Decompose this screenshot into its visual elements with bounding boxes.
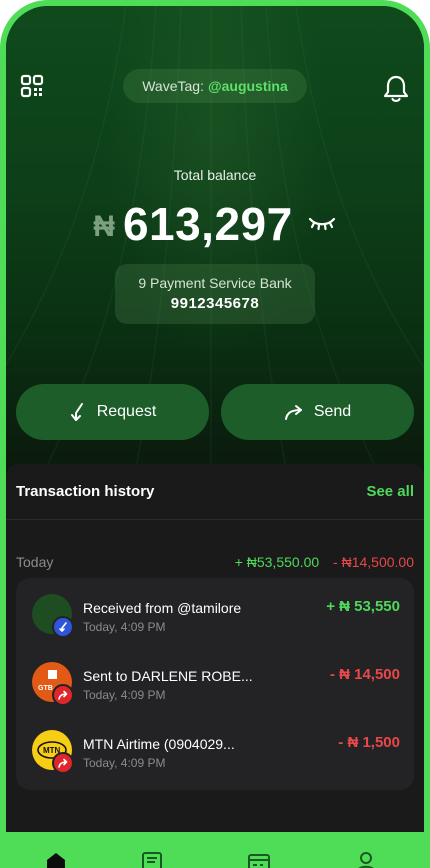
nav-cards[interactable] xyxy=(247,850,271,868)
transaction-list: Received from @tamilore Today, 4:09 PM +… xyxy=(16,578,414,790)
see-all-link[interactable]: See all xyxy=(366,483,414,500)
wavetag-label: WaveTag: xyxy=(142,78,204,94)
gtbank-logo-text: GTB xyxy=(38,685,53,692)
day-expense-total: - ₦14,500.00 xyxy=(333,554,414,570)
nav-transactions[interactable] xyxy=(140,850,164,868)
send-button[interactable]: Send xyxy=(221,384,414,440)
account-number: 9912345678 xyxy=(170,295,260,312)
transaction-time: Today, 4:09 PM xyxy=(83,756,166,770)
profile-icon xyxy=(358,852,374,868)
currency-symbol: ₦ xyxy=(93,210,115,243)
hide-balance-eye-icon[interactable] xyxy=(307,214,337,234)
phone-frame: WaveTag: @augustina Total balance ₦ 613,… xyxy=(0,0,430,868)
bank-account-card[interactable]: 9 Payment Service Bank 9912345678 xyxy=(115,264,315,324)
send-arrow-icon xyxy=(284,405,302,420)
cards-icon xyxy=(248,854,270,868)
notifications-button[interactable] xyxy=(382,74,410,104)
transaction-row[interactable]: GTB Sent to DARLENE ROBE... Today, 4:09 … xyxy=(16,646,414,714)
day-label: Today xyxy=(16,554,54,570)
incoming-arrow-icon xyxy=(52,616,74,638)
day-summary-row: Today + ₦53,550.00 - ₦14,500.00 xyxy=(16,554,414,570)
transaction-time: Today, 4:09 PM xyxy=(83,620,166,634)
nav-profile[interactable] xyxy=(354,850,378,868)
wavetag-handle: @augustina xyxy=(207,78,288,94)
transaction-title: Sent to DARLENE ROBE... xyxy=(83,668,253,684)
request-label: Request xyxy=(96,403,157,420)
nav-home[interactable] xyxy=(44,850,68,868)
transaction-history-sheet: Transaction history See all Today + ₦53,… xyxy=(6,464,424,868)
transaction-amount: + ₦ 53,550 xyxy=(326,598,400,615)
request-button[interactable]: Request xyxy=(16,384,209,440)
balance-hero: WaveTag: @augustina Total balance ₦ 613,… xyxy=(6,6,424,468)
transaction-history-header: Transaction history See all xyxy=(6,464,424,520)
balance-amount: 613,297 xyxy=(122,198,293,250)
home-icon xyxy=(47,853,65,868)
wavetag-pill[interactable]: WaveTag: @augustina xyxy=(123,69,307,103)
transactions-icon xyxy=(142,852,162,868)
transaction-row[interactable]: MTN MTN Airtime (0904029... Today, 4:09 … xyxy=(16,714,414,782)
total-balance-label: Total balance xyxy=(173,167,257,183)
send-label: Send xyxy=(313,403,352,420)
transaction-row[interactable]: Received from @tamilore Today, 4:09 PM +… xyxy=(16,578,414,646)
outgoing-arrow-icon xyxy=(52,752,74,774)
qr-code-icon xyxy=(20,74,44,98)
transaction-title: MTN Airtime (0904029... xyxy=(83,736,235,752)
bottom-nav-bar xyxy=(0,832,430,868)
outgoing-arrow-icon xyxy=(52,684,74,706)
app-screen: WaveTag: @augustina Total balance ₦ 613,… xyxy=(6,6,424,868)
transaction-amount: - ₦ 1,500 xyxy=(338,734,400,751)
request-arrow-icon xyxy=(70,403,83,421)
bell-icon xyxy=(383,75,409,102)
transaction-title: Received from @tamilore xyxy=(83,600,242,616)
transaction-history-title: Transaction history xyxy=(16,483,155,500)
qr-scan-button[interactable] xyxy=(20,74,44,98)
transaction-amount: - ₦ 14,500 xyxy=(329,666,400,683)
balance-amount-row: ₦ 613,297 xyxy=(6,196,424,252)
transaction-time: Today, 4:09 PM xyxy=(83,688,166,702)
day-income-total: + ₦53,550.00 xyxy=(234,554,320,570)
bank-name: 9 Payment Service Bank xyxy=(138,275,292,291)
day-totals: + ₦53,550.00 - ₦14,500.00 xyxy=(235,554,414,570)
